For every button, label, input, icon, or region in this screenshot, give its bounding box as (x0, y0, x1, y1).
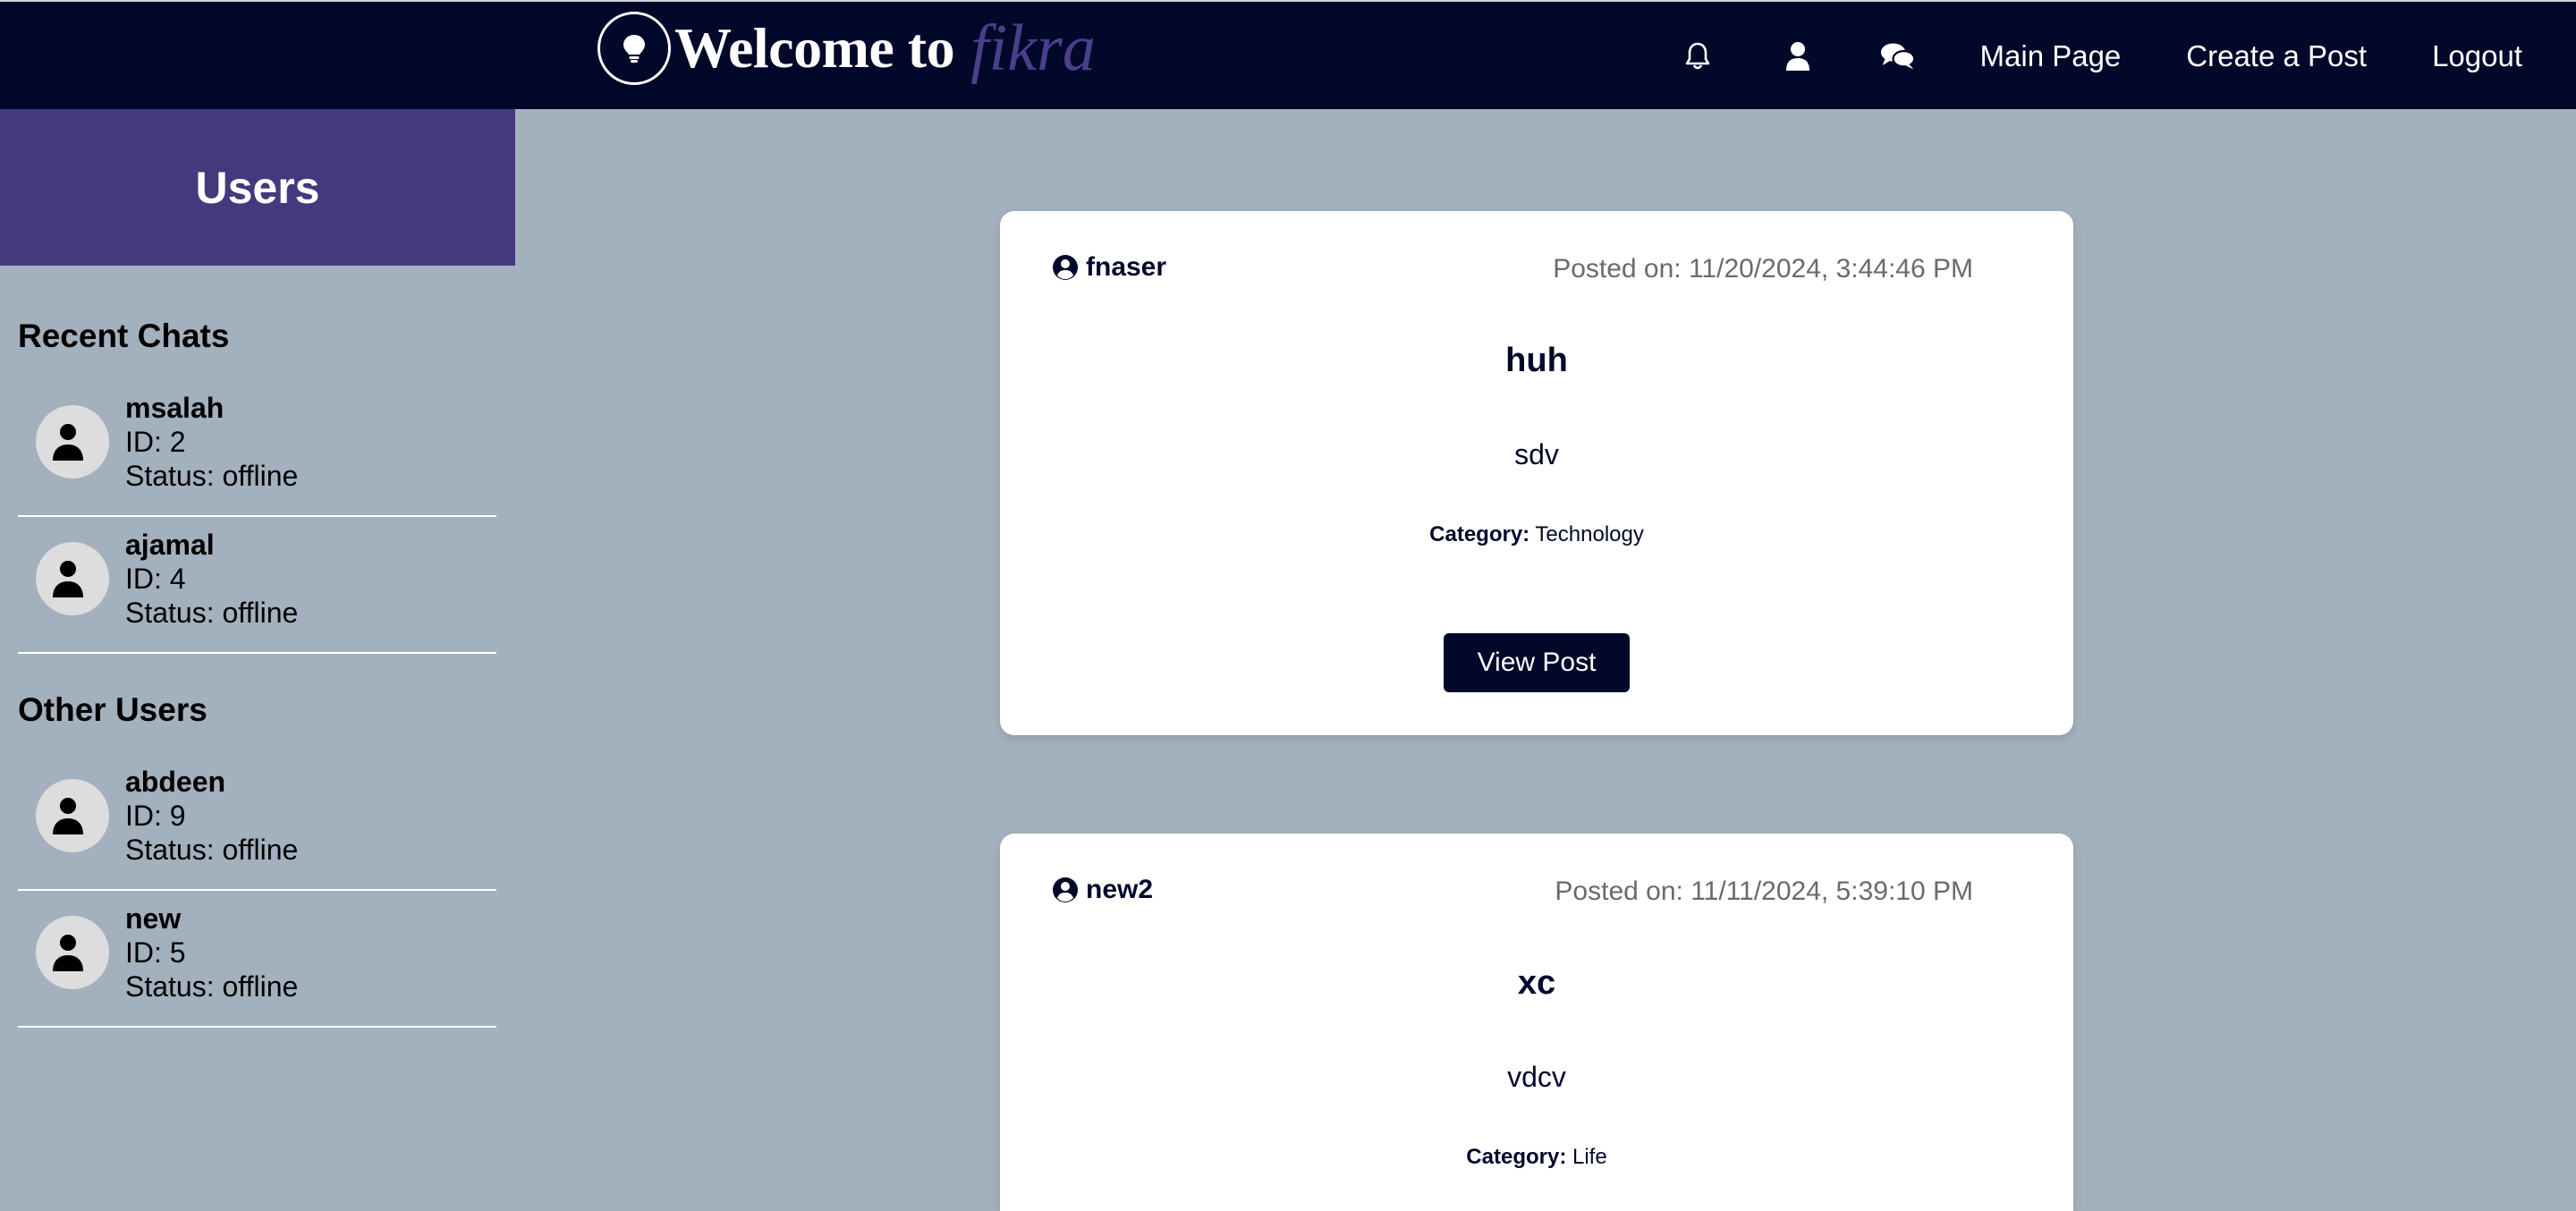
user-status: Status: offline (125, 460, 299, 492)
author-name[interactable]: new2 (1086, 875, 1153, 905)
user-id: ID: 4 (125, 563, 186, 595)
brand[interactable]: Welcome to fikra (597, 11, 1096, 86)
user-item-new[interactable]: new ID: 5 Status: offline (18, 891, 496, 1028)
top-navbar: Welcome to fikra Main Page Create a Post… (0, 0, 2576, 109)
brand-accent: fikra (970, 11, 1096, 85)
other-users-title: Other Users (18, 691, 208, 728)
user-icon (53, 561, 83, 597)
view-post-button[interactable]: View Post (1444, 633, 1630, 692)
user-icon (53, 424, 83, 461)
avatar (36, 916, 109, 989)
post-date: Posted on: 11/20/2024, 3:44:46 PM (1553, 254, 1973, 284)
post-card: fnaser Posted on: 11/20/2024, 3:44:46 PM… (1000, 211, 2073, 735)
bell-icon[interactable] (1680, 38, 1716, 74)
user-name: new (125, 902, 182, 935)
post-author: fnaser (1052, 252, 1166, 283)
user-item-ajamal[interactable]: ajamal ID: 4 Status: offline (18, 517, 496, 654)
user-item-abdeen[interactable]: abdeen ID: 9 Status: offline (18, 754, 496, 891)
user-status: Status: offline (125, 834, 299, 866)
category-label: Category: (1429, 522, 1530, 546)
avatar (36, 779, 109, 852)
user-id: ID: 9 (125, 800, 186, 832)
post-category: Category: Life (1000, 1145, 2073, 1170)
user-status: Status: offline (125, 970, 299, 1003)
post-title: xc (1517, 964, 1556, 1002)
category-value: Life (1572, 1145, 1607, 1169)
recent-chats-title: Recent Chats (18, 318, 230, 354)
user-id: ID: 5 (125, 936, 186, 969)
user-icon (53, 798, 83, 834)
category-label: Category: (1466, 1145, 1567, 1169)
user-circle-icon (1053, 877, 1078, 902)
post-card: new2 Posted on: 11/11/2024, 5:39:10 PM x… (1000, 834, 2073, 1211)
users-sidebar: Users Recent Chats msalah ID: 2 Status: … (0, 109, 515, 1211)
user-name: abdeen (125, 766, 226, 798)
avatar (36, 542, 109, 615)
create-post-link[interactable]: Create a Post (2186, 39, 2367, 73)
user-status: Status: offline (125, 597, 299, 629)
category-value: Technology (1535, 522, 1644, 546)
comments-icon[interactable] (1880, 38, 1916, 74)
post-body: vdcv (1507, 1061, 1566, 1093)
lightbulb-icon (597, 12, 671, 85)
nav-menu: Main Page Create a Post Logout (1680, 2, 2522, 111)
user-id: ID: 2 (125, 426, 186, 458)
user-icon (53, 935, 83, 971)
main-page-link[interactable]: Main Page (1980, 39, 2122, 73)
user-circle-icon (1053, 255, 1078, 280)
avatar (36, 405, 109, 478)
post-author: new2 (1052, 875, 1153, 905)
logout-link[interactable]: Logout (2432, 39, 2522, 73)
other-users-list: abdeen ID: 9 Status: offline new ID: 5 S… (0, 754, 515, 1028)
user-item-msalah[interactable]: msalah ID: 2 Status: offline (18, 380, 496, 517)
user-name: msalah (125, 392, 225, 424)
post-date: Posted on: 11/11/2024, 5:39:10 PM (1555, 876, 1973, 906)
post-title: huh (1505, 342, 1568, 379)
brand-title: Welcome to (674, 16, 955, 80)
post-body: sdv (1514, 438, 1559, 470)
sidebar-title: Users (0, 109, 515, 266)
user-name: ajamal (125, 529, 215, 561)
user-icon[interactable] (1780, 38, 1816, 74)
author-name[interactable]: fnaser (1086, 252, 1166, 283)
post-category: Category: Technology (1000, 522, 2073, 547)
recent-chats-list: msalah ID: 2 Status: offline ajamal ID: … (0, 380, 515, 654)
